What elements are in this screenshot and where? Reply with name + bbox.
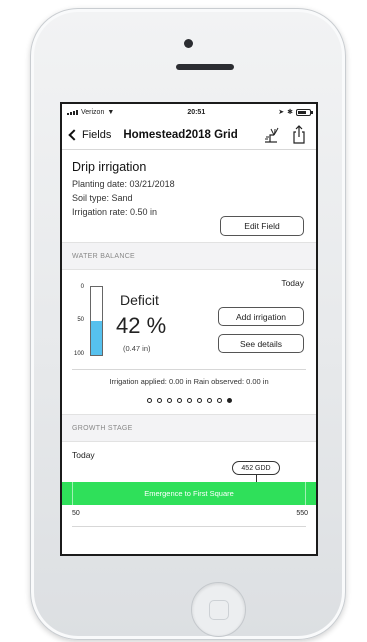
edit-field-button[interactable]: Edit Field <box>220 216 304 236</box>
page-dot[interactable] <box>196 397 202 403</box>
home-button[interactable] <box>191 582 246 637</box>
location-icon: ➤ <box>278 109 285 116</box>
page-title: Homestead2018 Grid <box>123 128 238 141</box>
deficit-amount: (0.47 in) <box>123 344 151 353</box>
divider <box>72 369 306 370</box>
app-screen: Verizon ▼ 20:51 ➤ ✱ Fields Homestead2018… <box>60 102 318 556</box>
see-details-button[interactable]: See details <box>218 334 304 353</box>
navigation-bar: Fields Homestead2018 Grid <box>62 120 316 150</box>
home-square-icon <box>209 600 229 620</box>
water-balance-date: Today <box>281 278 304 288</box>
scale-max-label: 550 <box>296 510 308 517</box>
page-dot[interactable] <box>166 397 172 403</box>
page-dot[interactable] <box>156 397 162 403</box>
gauge-bar <box>90 286 103 356</box>
water-balance-header: WATER BALANCE <box>62 242 316 270</box>
page-dot[interactable] <box>216 397 222 403</box>
add-irrigation-button[interactable]: Add irrigation <box>218 307 304 326</box>
planting-date: Planting date: 03/21/2018 <box>72 179 175 189</box>
bluetooth-icon: ✱ <box>287 109 293 116</box>
gdd-badge: 452 GDD <box>232 461 280 475</box>
status-bar: Verizon ▼ 20:51 ➤ ✱ <box>62 104 316 120</box>
gauge-tick-50: 50 <box>77 317 84 323</box>
gauge-tick-100: 100 <box>73 351 84 357</box>
scale-min-label: 50 <box>72 510 80 517</box>
page-dot[interactable] <box>176 397 182 403</box>
field-summary: Drip irrigation Planting date: 03/21/201… <box>62 150 316 242</box>
soil-type: Soil type: Sand <box>72 193 133 203</box>
back-button[interactable]: Fields <box>68 129 111 141</box>
growth-stage-panel: Today 452 GDD Emergence to First Square … <box>62 442 316 554</box>
soil-water-gauge: 0 50 100 <box>70 284 110 360</box>
gdd-pointer <box>256 475 257 482</box>
growth-stage-header: GROWTH STAGE <box>62 414 316 442</box>
divider <box>72 526 306 527</box>
deficit-label: Deficit <box>120 292 159 308</box>
earpiece-speaker <box>176 64 234 70</box>
gauge-fill <box>91 321 102 355</box>
stage-marker-start <box>72 482 73 505</box>
growth-stage-date: Today <box>72 450 95 460</box>
water-balance-panel[interactable]: Today 0 50 100 Deficit 42 % (0.47 in) Ad… <box>62 270 316 398</box>
deficit-percent: 42 % <box>116 313 167 338</box>
page-dot[interactable] <box>226 397 232 403</box>
page-dot[interactable] <box>146 397 152 403</box>
gauge-tick-0: 0 <box>80 284 84 290</box>
status-time: 20:51 <box>187 108 206 116</box>
growth-stage-bar: Emergence to First Square <box>62 482 316 505</box>
irrigation-rain-summary: Irrigation applied: 0.00 in Rain observe… <box>109 377 269 386</box>
sprinkler-icon[interactable] <box>262 126 280 144</box>
wifi-icon: ▼ <box>107 108 115 116</box>
back-label: Fields <box>82 128 112 141</box>
battery-icon <box>295 108 313 116</box>
field-name: Drip irrigation <box>72 160 147 174</box>
growth-stage-label: Emergence to First Square <box>144 489 234 498</box>
page-dot[interactable] <box>206 397 212 403</box>
stage-marker-end <box>305 482 306 505</box>
carrier-label: Verizon <box>81 108 105 116</box>
page-dot[interactable] <box>186 397 192 403</box>
front-camera <box>184 39 193 48</box>
chevron-left-icon <box>68 128 80 141</box>
signal-icon <box>67 109 78 115</box>
share-icon[interactable] <box>292 125 306 144</box>
